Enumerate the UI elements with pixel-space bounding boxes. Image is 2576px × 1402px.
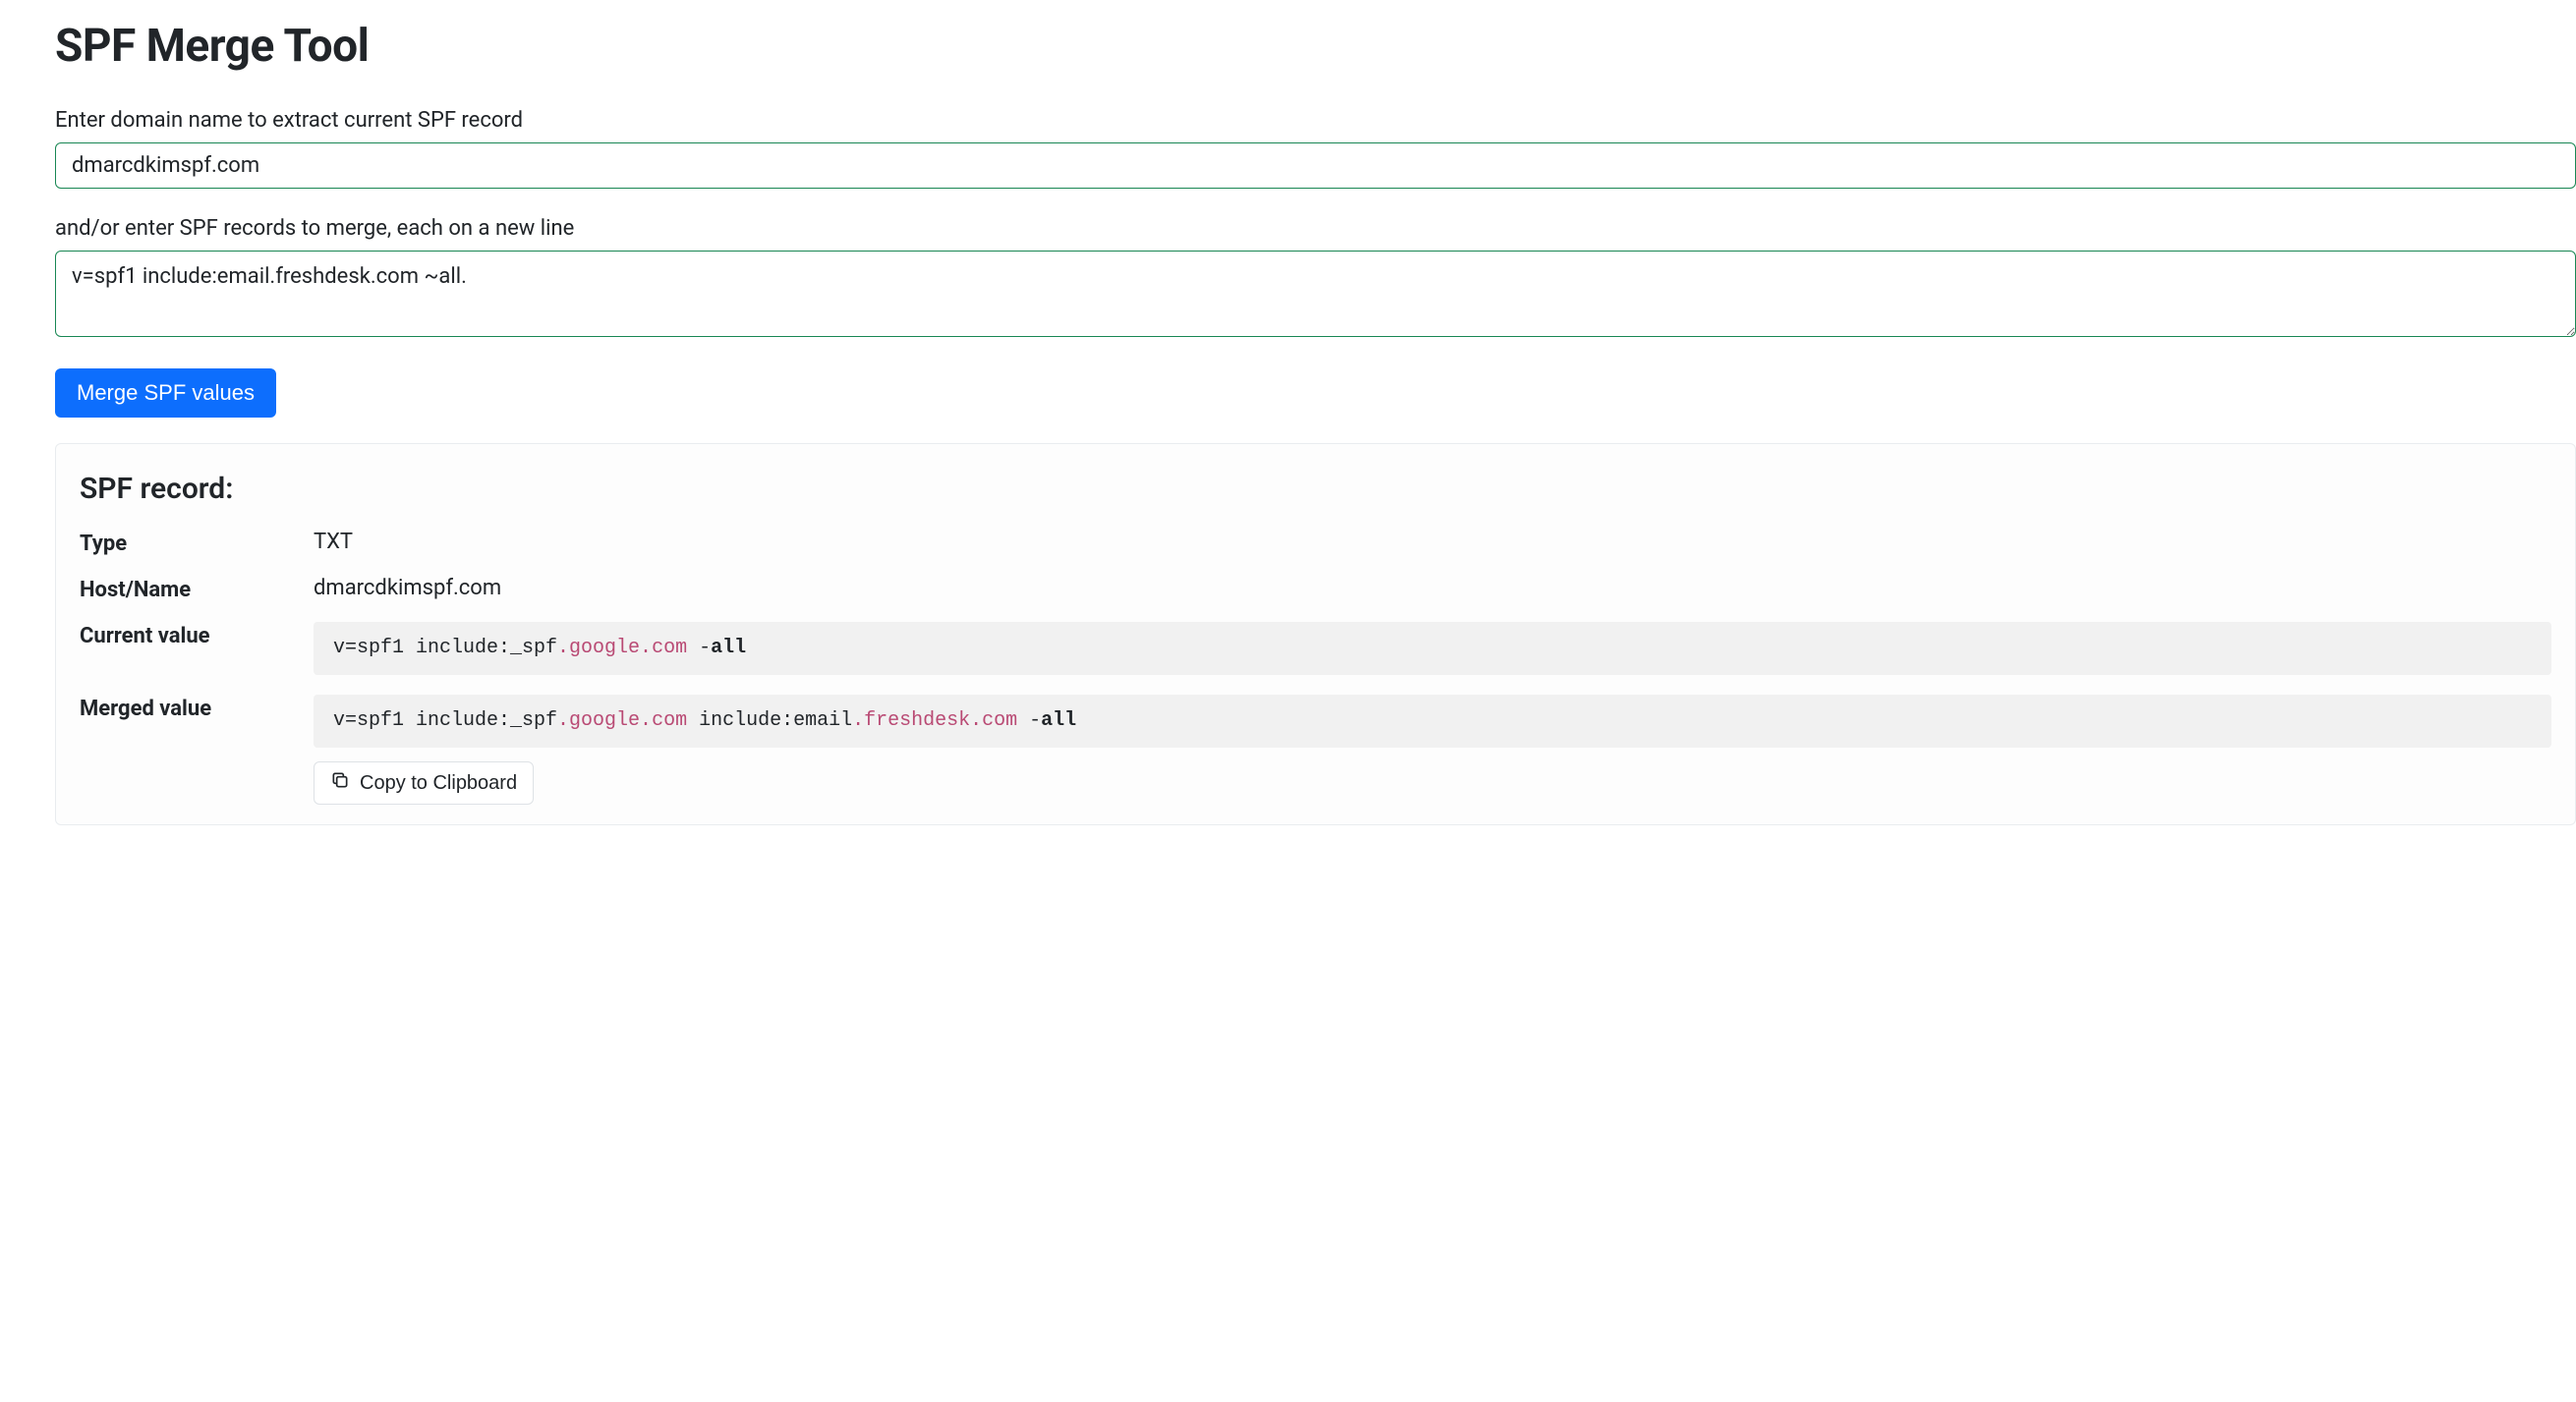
page-title: SPF Merge Tool [55, 20, 2576, 73]
domain-label: Enter domain name to extract current SPF… [55, 108, 2576, 133]
host-label: Host/Name [80, 576, 314, 602]
current-value-code: v=spf1 include:_spf.google.com -all [314, 622, 2551, 675]
host-value: dmarcdkimspf.com [314, 576, 2551, 600]
copy-icon [330, 770, 350, 796]
result-card: SPF record: Type TXT Host/Name dmarcdkim… [55, 443, 2576, 825]
type-label: Type [80, 530, 314, 556]
domain-input[interactable] [55, 142, 2576, 189]
merged-value-code: v=spf1 include:_spf.google.com include:e… [314, 695, 2551, 748]
type-value: TXT [314, 530, 2551, 554]
copy-to-clipboard-button[interactable]: Copy to Clipboard [314, 761, 534, 805]
spf-records-textarea[interactable] [55, 251, 2576, 337]
records-label: and/or enter SPF records to merge, each … [55, 216, 2576, 241]
result-heading: SPF record: [80, 472, 2551, 506]
merge-spf-button[interactable]: Merge SPF values [55, 368, 276, 418]
current-value-label: Current value [80, 622, 314, 648]
merged-value-label: Merged value [80, 695, 314, 721]
copy-button-label: Copy to Clipboard [360, 772, 517, 795]
